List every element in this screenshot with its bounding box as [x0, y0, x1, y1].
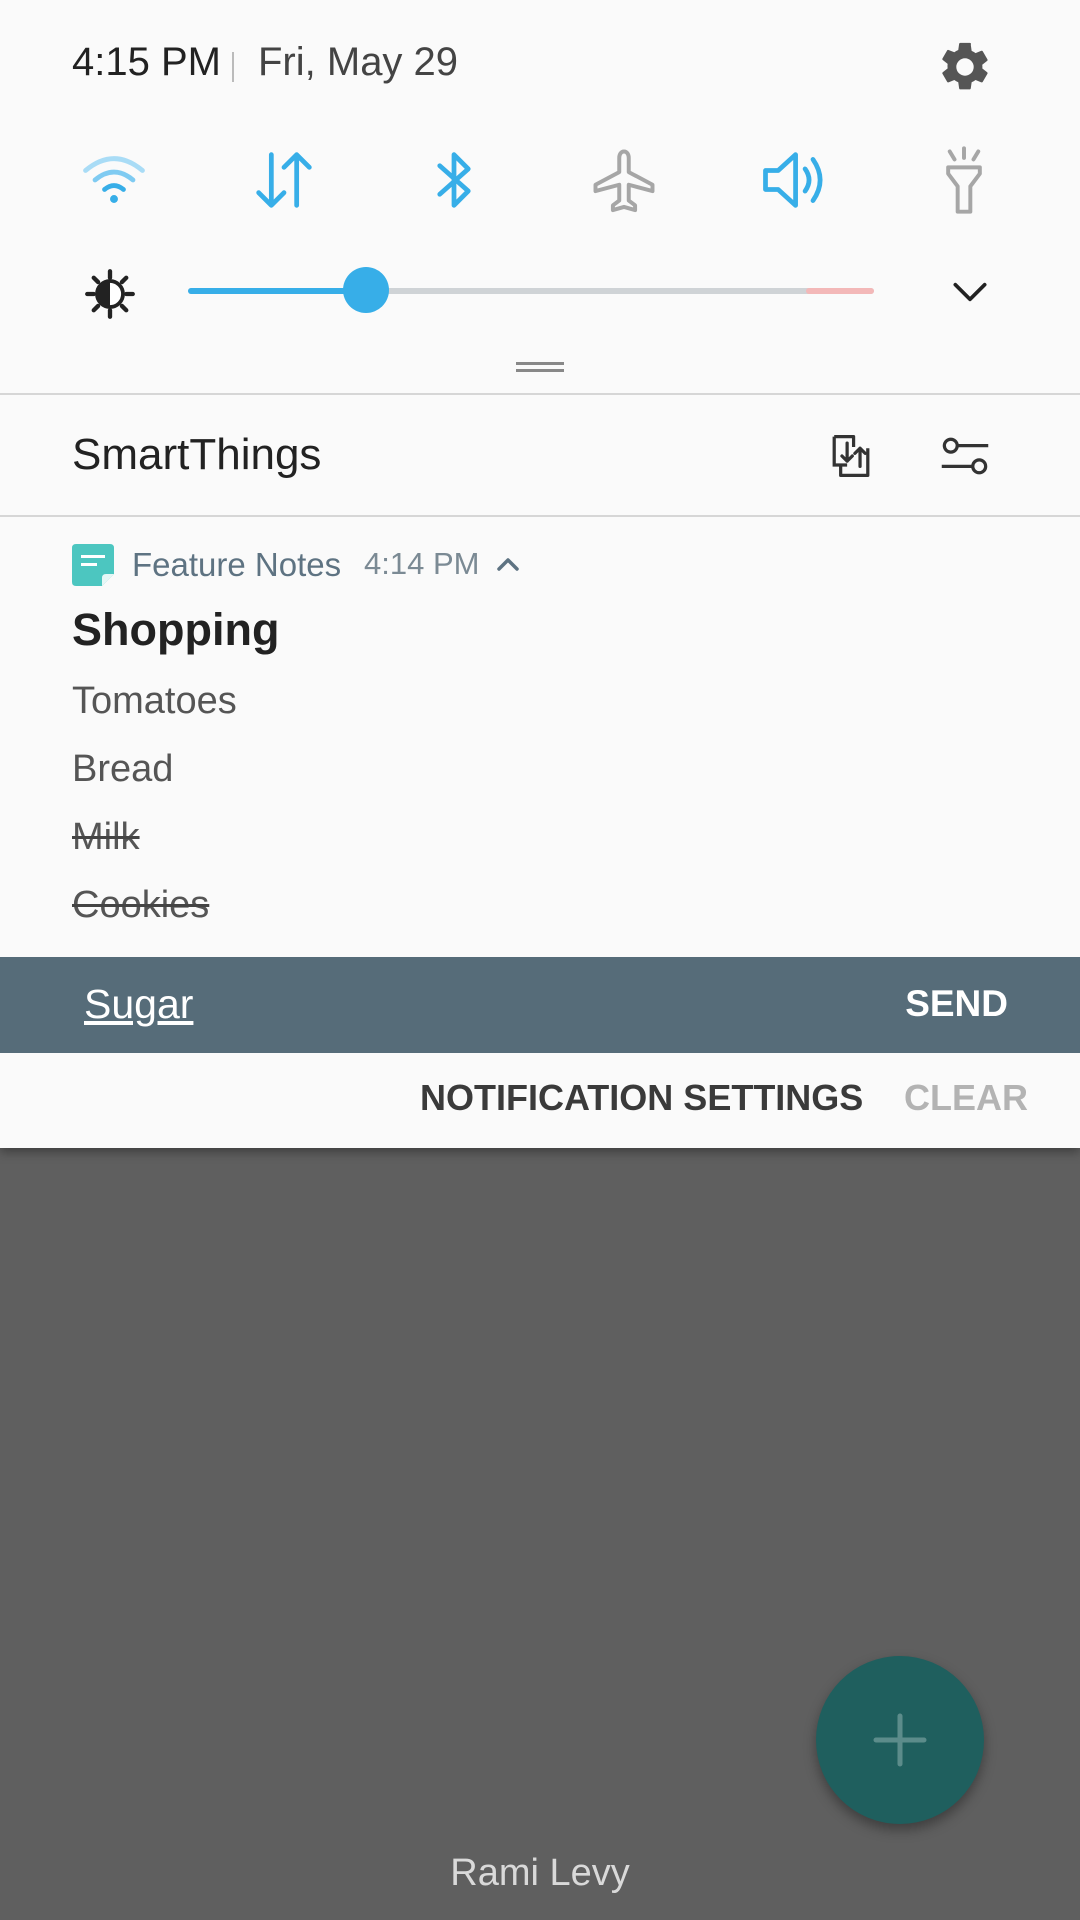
notes-app-icon — [72, 544, 114, 586]
list-item: Bread — [72, 748, 174, 790]
list-item-completed: Milk — [72, 816, 140, 858]
status-time: 4:15 PM — [72, 40, 221, 84]
volume-icon — [763, 152, 823, 208]
smartthings-title[interactable]: SmartThings — [72, 430, 321, 480]
add-button[interactable] — [816, 1656, 984, 1824]
device-transfer-icon[interactable] — [820, 425, 882, 487]
bluetooth-toggle[interactable] — [414, 140, 494, 220]
flashlight-icon — [946, 146, 982, 214]
notification-title[interactable]: Shopping — [72, 604, 279, 656]
notification-time: 4:14 PM — [364, 546, 480, 581]
brightness-slider-thumb[interactable] — [343, 267, 390, 313]
status-separator — [232, 52, 234, 82]
brightness-high-zone — [806, 288, 874, 294]
airplane-icon — [593, 149, 655, 213]
data-arrows-icon — [256, 152, 312, 208]
wifi-icon — [83, 156, 145, 203]
brightness-icon — [85, 269, 135, 319]
reply-input[interactable]: Sugar — [84, 981, 193, 1028]
mobile-data-toggle[interactable] — [244, 140, 324, 220]
sound-toggle[interactable] — [754, 140, 834, 220]
drag-handle-icon[interactable] — [516, 362, 564, 372]
plus-icon — [873, 1713, 927, 1767]
notification-shade: 4:15 PM Fri, May 29 SmartThings Feature … — [0, 0, 1080, 1148]
list-item-completed: Cookies — [72, 884, 210, 926]
brightness-slider-fill — [188, 288, 367, 294]
chevron-down-icon[interactable] — [948, 270, 992, 314]
reply-bar: Sugar SEND — [0, 957, 1080, 1053]
wifi-toggle[interactable] — [74, 140, 154, 220]
divider — [0, 393, 1080, 395]
chevron-up-icon[interactable] — [492, 552, 524, 576]
notification-settings-button[interactable]: NOTIFICATION SETTINGS — [420, 1077, 863, 1119]
status-date[interactable]: Fri, May 29 — [258, 40, 458, 85]
flashlight-toggle[interactable] — [924, 140, 1004, 220]
brightness-slider[interactable] — [188, 267, 874, 313]
send-button[interactable]: SEND — [905, 983, 1008, 1025]
bluetooth-icon — [437, 152, 471, 208]
airplane-mode-toggle[interactable] — [584, 140, 664, 220]
background-label: Rami Levy — [450, 1852, 630, 1894]
settings-gear-icon[interactable] — [936, 38, 994, 96]
list-item: Tomatoes — [72, 680, 237, 722]
clear-button[interactable]: CLEAR — [904, 1077, 1028, 1119]
filter-settings-icon[interactable] — [934, 425, 996, 487]
notification-app-name: Feature Notes — [132, 546, 342, 583]
divider — [0, 515, 1080, 517]
